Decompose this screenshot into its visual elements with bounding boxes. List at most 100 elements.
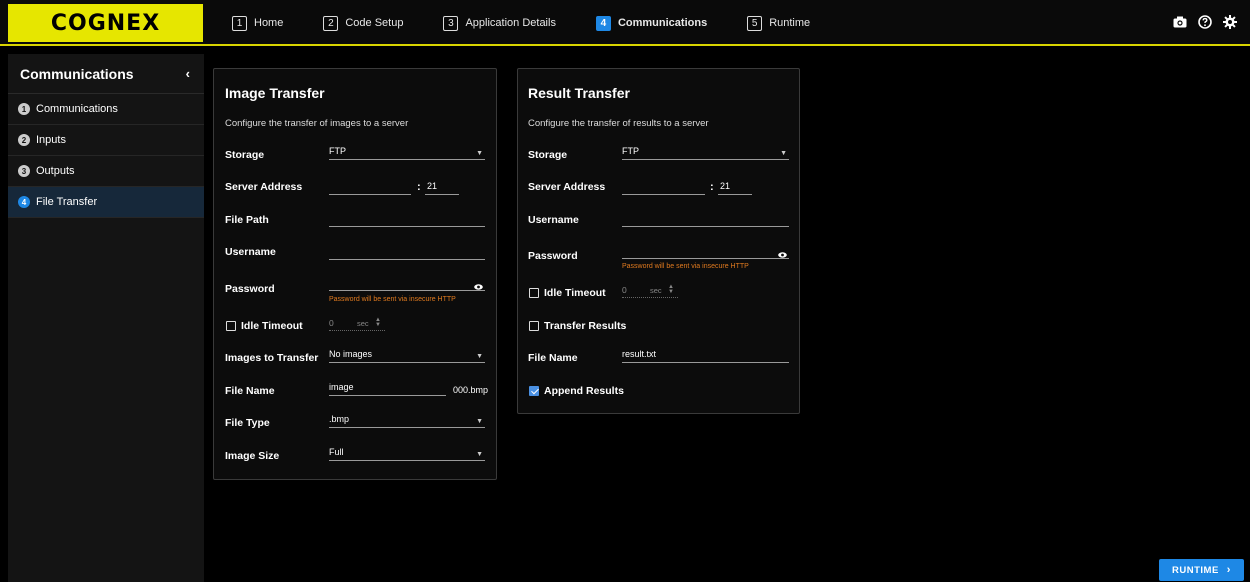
password-warning: Password will be sent via insecure HTTP bbox=[622, 263, 749, 270]
sidebar-item-inputs[interactable]: 2 Inputs bbox=[8, 125, 204, 156]
idle-timeout-label: Idle Timeout bbox=[241, 320, 303, 332]
port-value: 21 bbox=[427, 181, 438, 191]
image-transfer-title: Image Transfer bbox=[225, 85, 325, 101]
runtime-button[interactable]: RUNTIME › bbox=[1159, 559, 1244, 581]
image-size-select[interactable]: Full ▼ bbox=[329, 447, 485, 461]
collapse-chevron-icon[interactable]: ‹ bbox=[186, 66, 190, 81]
transfer-results-label: Transfer Results bbox=[544, 320, 627, 332]
storage-label: Storage bbox=[225, 149, 265, 161]
append-results-label: Append Results bbox=[544, 385, 624, 397]
step-communications[interactable]: 4 Communications bbox=[595, 15, 707, 31]
step-number: 1 bbox=[232, 15, 247, 31]
step-number: 3 bbox=[443, 15, 459, 31]
image-size-value: Full bbox=[329, 447, 344, 457]
password-label: Password bbox=[225, 283, 275, 295]
port-input[interactable]: 21 bbox=[425, 181, 459, 195]
images-to-transfer-label: Images to Transfer bbox=[225, 352, 319, 364]
username-label: Username bbox=[528, 214, 579, 226]
sidebar-item-label: Outputs bbox=[36, 165, 75, 177]
file-name-value: image bbox=[329, 382, 354, 392]
sidebar-item-number: 3 bbox=[18, 165, 30, 177]
idle-timeout-underline bbox=[622, 297, 678, 298]
append-results-checkbox[interactable] bbox=[529, 386, 539, 396]
dropdown-caret-icon: ▼ bbox=[476, 418, 483, 425]
step-code-setup[interactable]: 2 Code Setup bbox=[323, 15, 404, 31]
show-password-eye-icon[interactable] bbox=[474, 277, 483, 290]
server-address-label: Server Address bbox=[225, 181, 303, 193]
storage-value: FTP bbox=[329, 146, 346, 156]
server-address-label: Server Address bbox=[528, 181, 606, 193]
sidebar-title: Communications bbox=[20, 65, 134, 82]
image-size-label: Image Size bbox=[225, 450, 280, 462]
sidebar: Communications ‹ 1 Communications 2 Inpu… bbox=[8, 54, 204, 582]
port-input[interactable]: 21 bbox=[718, 181, 752, 195]
sidebar-item-number: 2 bbox=[18, 134, 30, 146]
username-label: Username bbox=[225, 246, 276, 258]
step-label: Application Details bbox=[465, 17, 556, 29]
images-to-transfer-select[interactable]: No images ▼ bbox=[329, 349, 485, 363]
image-transfer-panel: Image Transfer Configure the transfer of… bbox=[213, 68, 497, 480]
idle-timeout-spinner-icon[interactable]: ▲ ▼ bbox=[374, 317, 382, 328]
step-label: Code Setup bbox=[345, 17, 404, 29]
chevron-right-icon: › bbox=[1226, 564, 1231, 576]
dropdown-caret-icon: ▼ bbox=[476, 150, 483, 157]
password-warning: Password will be sent via insecure HTTP bbox=[329, 296, 456, 303]
logo-text: COGNEX bbox=[50, 10, 161, 36]
file-name-suffix: 000.bmp bbox=[453, 385, 489, 395]
cognex-logo: COGNEX bbox=[8, 4, 203, 42]
password-input[interactable] bbox=[622, 245, 789, 259]
storage-label: Storage bbox=[528, 149, 568, 161]
step-label: Runtime bbox=[769, 17, 811, 29]
step-label: Home bbox=[254, 17, 284, 29]
storage-select[interactable]: FTP ▼ bbox=[329, 146, 485, 160]
sidebar-item-number: 4 bbox=[18, 196, 30, 208]
image-transfer-description: Configure the transfer of images to a se… bbox=[225, 118, 409, 129]
sidebar-item-file-transfer[interactable]: 4 File Transfer bbox=[8, 187, 204, 218]
show-password-eye-icon[interactable] bbox=[778, 245, 787, 258]
password-input[interactable] bbox=[329, 277, 485, 291]
top-bar: COGNEX 1 Home 2 Code Setup 3 Application… bbox=[0, 0, 1250, 46]
sidebar-item-label: Inputs bbox=[36, 134, 66, 146]
toolbar-icons bbox=[1172, 14, 1238, 30]
idle-timeout-spinner-icon[interactable]: ▲ ▼ bbox=[667, 284, 675, 295]
server-address-input[interactable] bbox=[329, 181, 411, 195]
transfer-results-checkbox[interactable] bbox=[529, 321, 539, 331]
idle-timeout-value: 0 bbox=[622, 285, 627, 295]
file-name-input[interactable]: result.txt bbox=[622, 349, 789, 363]
file-type-label: File Type bbox=[225, 417, 270, 429]
idle-timeout-unit: sec bbox=[650, 286, 662, 295]
file-name-label: File Name bbox=[225, 385, 275, 397]
camera-icon[interactable] bbox=[1172, 14, 1188, 30]
dropdown-caret-icon: ▼ bbox=[780, 150, 787, 157]
step-home[interactable]: 1 Home bbox=[232, 15, 284, 31]
result-transfer-description: Configure the transfer of results to a s… bbox=[528, 118, 709, 129]
idle-timeout-value: 0 bbox=[329, 318, 334, 328]
file-name-label: File Name bbox=[528, 352, 578, 364]
sidebar-item-communications[interactable]: 1 Communications bbox=[8, 94, 204, 125]
runtime-button-label: RUNTIME bbox=[1172, 564, 1219, 576]
file-path-input[interactable] bbox=[329, 213, 485, 227]
idle-timeout-checkbox[interactable] bbox=[529, 288, 539, 298]
file-name-input[interactable]: image bbox=[329, 382, 446, 396]
password-label: Password bbox=[528, 250, 578, 262]
file-type-select[interactable]: .bmp ▼ bbox=[329, 414, 485, 428]
idle-timeout-underline bbox=[329, 330, 385, 331]
idle-timeout-checkbox[interactable] bbox=[226, 321, 236, 331]
sidebar-item-outputs[interactable]: 3 Outputs bbox=[8, 156, 204, 187]
step-navigation: 1 Home 2 Code Setup 3 Application Detail… bbox=[232, 0, 850, 46]
username-input[interactable] bbox=[329, 246, 485, 260]
settings-icon[interactable] bbox=[1222, 14, 1238, 30]
dropdown-caret-icon: ▼ bbox=[476, 353, 483, 360]
username-input[interactable] bbox=[622, 213, 789, 227]
sidebar-item-label: Communications bbox=[36, 103, 118, 115]
port-separator: : bbox=[417, 181, 421, 193]
dropdown-caret-icon: ▼ bbox=[476, 451, 483, 458]
storage-select[interactable]: FTP ▼ bbox=[622, 146, 789, 160]
sidebar-item-number: 1 bbox=[18, 103, 30, 115]
help-icon[interactable] bbox=[1197, 14, 1213, 30]
result-transfer-title: Result Transfer bbox=[528, 85, 630, 101]
port-separator: : bbox=[710, 181, 714, 193]
step-application-details[interactable]: 3 Application Details bbox=[443, 15, 556, 31]
step-runtime[interactable]: 5 Runtime bbox=[747, 15, 811, 31]
server-address-input[interactable] bbox=[622, 181, 705, 195]
